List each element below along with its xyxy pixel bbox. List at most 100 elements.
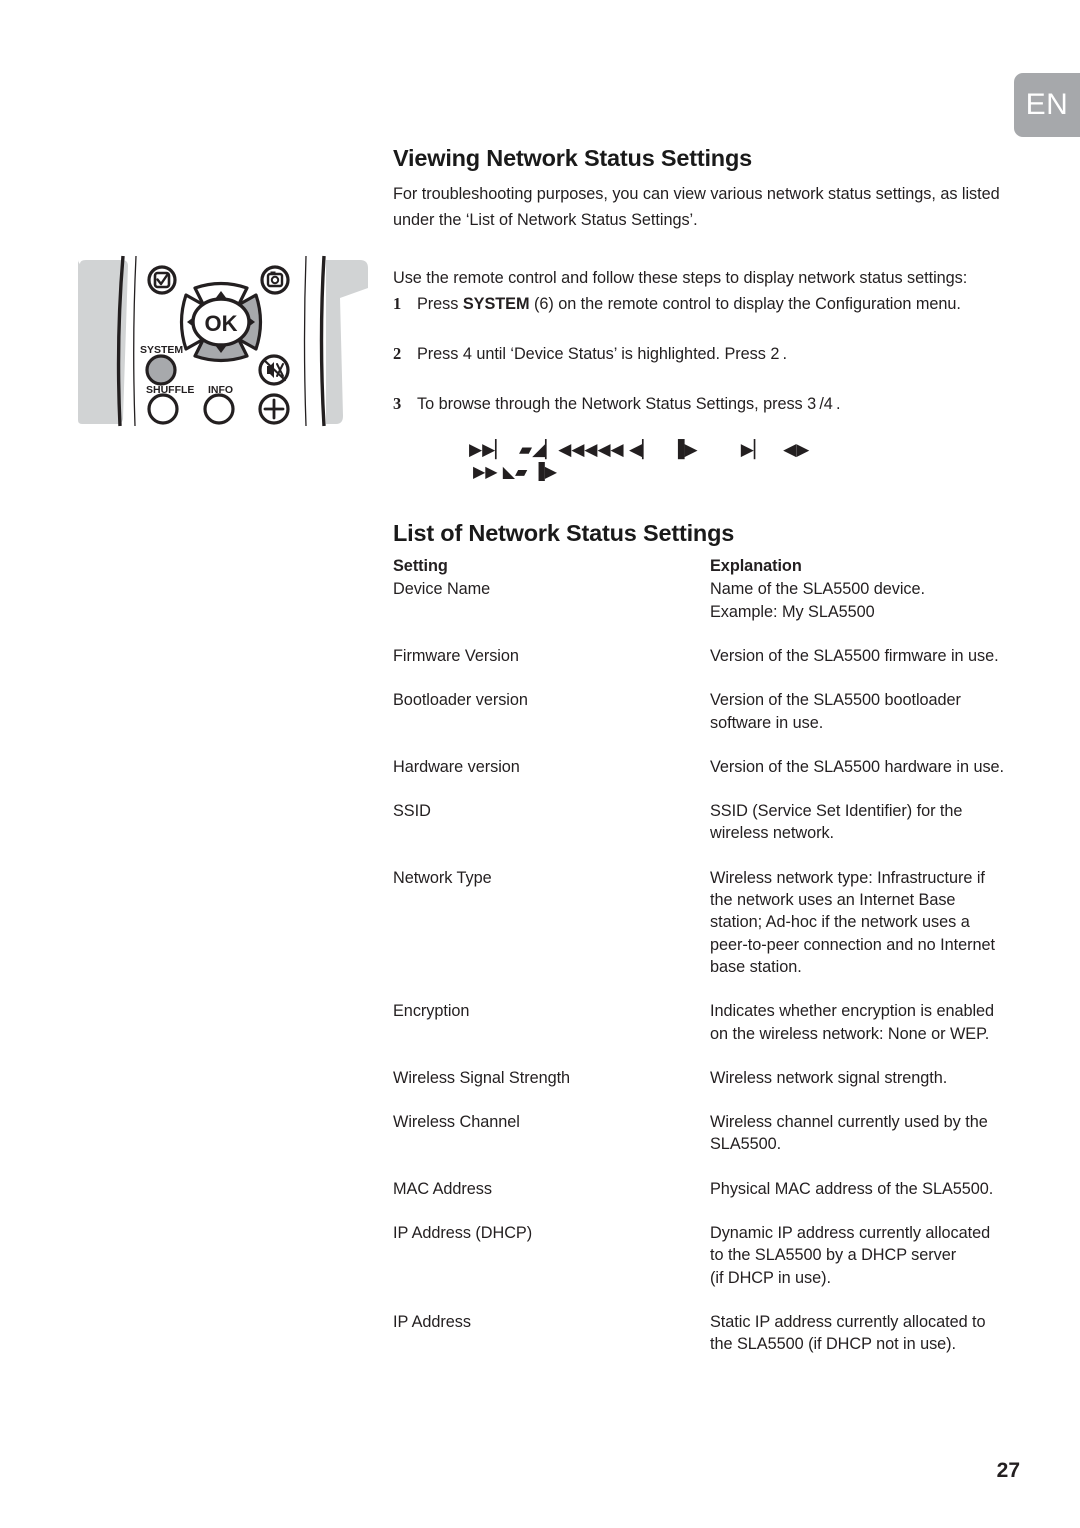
cell-explanation-line: Name of the SLA5500 device. <box>710 580 925 599</box>
ok-button[interactable]: OK <box>191 297 251 347</box>
step-number: 3 <box>393 394 402 414</box>
ok-button-label: OK <box>205 311 238 336</box>
remote-left-divider <box>133 255 137 427</box>
instruction-step: 2 Press 4 until ‘Device Status’ is highl… <box>393 341 1020 367</box>
cell-explanation-line: SSID (Service Set Identifier) for the <box>710 802 963 821</box>
shuffle-button-label: SHUFFLE <box>146 384 194 396</box>
column-header-explanation: Explanation <box>710 557 802 576</box>
table-row: Firmware Version Version of the SLA5500 f… <box>393 645 1020 689</box>
cell-explanation: Physical MAC address of the SLA5500. <box>710 1178 1020 1222</box>
cell-explanation: Version of the SLA5500 bootloader softwar… <box>710 689 1020 756</box>
settings-table-body: Device Name Name of the SLA5500 device. Ex… <box>393 578 1020 1377</box>
cell-explanation-line: software in use. <box>710 713 824 732</box>
cell-explanation-line: (if DHCP in use). <box>710 1268 831 1287</box>
language-tab: EN <box>1014 73 1080 137</box>
table-row: MAC Address Physical MAC address of the S… <box>393 1178 1020 1222</box>
cell-explanation: Name of the SLA5500 device. Example: My S… <box>710 578 1020 645</box>
mute-icon[interactable] <box>258 354 290 386</box>
cell-setting: MAC Address <box>393 1179 492 1198</box>
cell-setting: Network Type <box>393 868 492 887</box>
system-button-label: SYSTEM <box>140 344 183 356</box>
cell-explanation: Version of the SLA5500 firmware in use. <box>710 645 1020 689</box>
steps-lead-in: Use the remote control and follow these … <box>393 269 968 288</box>
table-row: IP Address Static IP address currently al… <box>393 1311 1020 1378</box>
remote-right-edge <box>319 255 326 427</box>
glyph-row: ▶▶▏ ▰◢▏◀◀◀◀◀ ◀▏ ▐▶ ▶▏ ◀▶ <box>469 440 810 461</box>
system-button[interactable] <box>145 354 177 386</box>
cell-explanation-line: Indicates whether encryption is enabled <box>710 1002 995 1021</box>
cell-explanation-line: Version of the SLA5500 hardware in use. <box>710 757 1005 776</box>
step-text-pre: Press <box>417 295 463 314</box>
glyph-row: ▶▶ ◣▰ ▐▶ <box>473 462 557 482</box>
table-row: Device Name Name of the SLA5500 device. Ex… <box>393 578 1020 645</box>
table-header-row: Setting Explanation <box>393 557 1020 578</box>
instruction-step: 3 To browse through the Network Status S… <box>393 391 1020 417</box>
language-tab-label: EN <box>1025 88 1069 121</box>
cell-explanation-line: Wireless channel currently used by the <box>710 1113 988 1132</box>
info-button[interactable] <box>203 393 235 425</box>
remote-control-illustration: OK SYSTEM SHUFFLE INFO <box>78 252 374 430</box>
table-row: Bootloader version Version of the SLA5500… <box>393 689 1020 756</box>
cell-explanation-line: wireless network. <box>710 824 835 843</box>
table-row: Wireless Signal Strength Wireless network… <box>393 1067 1020 1111</box>
step-number: 1 <box>393 294 402 314</box>
cell-setting: Hardware version <box>393 757 520 776</box>
cell-explanation: Wireless channel currently used by the SL… <box>710 1111 1020 1178</box>
settings-table: Setting Explanation Device Name Name of t… <box>393 557 1020 1377</box>
cell-explanation-line: peer-to-peer connection and no Internet <box>710 935 995 954</box>
cell-explanation-line: Wireless network type: Infrastructure if <box>710 868 985 887</box>
decorative-glyph-block: ▶▶▏ ▰◢▏◀◀◀◀◀ ◀▏ ▐▶ ▶▏ ◀▶ ▶▶ ◣▰ ▐▶ <box>393 439 1020 483</box>
cell-setting: Firmware Version <box>393 646 519 665</box>
step-text-post: (6) on the remote control to display the… <box>529 295 961 314</box>
step-text-emphasis: SYSTEM <box>462 295 530 314</box>
step-text-pre: Press 4 until ‘Device Status’ is highlig… <box>417 345 788 364</box>
step-text: To browse through the Network Status Set… <box>417 391 1020 417</box>
cell-setting: Bootloader version <box>393 691 528 710</box>
cell-explanation-line: Version of the SLA5500 firmware in use. <box>710 646 999 665</box>
remote-right-divider <box>303 255 307 427</box>
shuffle-button[interactable] <box>147 393 179 425</box>
cell-explanation: Wireless network type: Infrastructure if… <box>710 867 1020 1000</box>
cell-setting: IP Address (DHCP) <box>393 1224 533 1243</box>
plus-icon[interactable] <box>258 393 290 425</box>
cell-explanation-line: station; Ad-hoc if the network uses a <box>710 913 970 932</box>
cell-explanation: SSID (Service Set Identifier) for the wir… <box>710 800 1020 867</box>
cell-setting: Encryption <box>393 1002 470 1021</box>
cell-explanation-line: Example: My SLA5500 <box>710 602 875 621</box>
section-intro: For troubleshooting purposes, you can vi… <box>393 185 1000 230</box>
cell-explanation: Version of the SLA5500 hardware in use. <box>710 756 1020 800</box>
instruction-step: 1 Press SYSTEM (6) on the remote control… <box>393 291 1020 317</box>
cell-explanation-line: the network uses an Internet Base <box>710 891 956 910</box>
table-row: Hardware version Version of the SLA5500 h… <box>393 756 1020 800</box>
table-row: Network Type Wireless network type: Infra… <box>393 867 1020 1000</box>
list-section-title: List of Network Status Settings <box>393 520 735 547</box>
cell-setting: SSID <box>393 802 431 821</box>
cell-explanation-line: Wireless network signal strength. <box>710 1068 948 1087</box>
remote-control-svg: OK SYSTEM SHUFFLE INFO <box>78 255 368 427</box>
cell-explanation-line: the SLA5500 (if DHCP not in use). <box>710 1335 957 1354</box>
step-number: 2 <box>393 344 402 364</box>
cell-explanation: Indicates whether encryption is enabled o… <box>710 1000 1020 1067</box>
step-text: Press SYSTEM (6) on the remote control t… <box>417 291 1020 317</box>
cell-explanation-line: Static IP address currently allocated to <box>710 1312 986 1331</box>
cell-setting: Wireless Channel <box>393 1113 520 1132</box>
camera-icon <box>260 265 290 295</box>
table-row: IP Address (DHCP) Dynamic IP address curr… <box>393 1222 1020 1311</box>
page-title: Viewing Network Status Settings <box>393 145 752 171</box>
table-row: Wireless Channel Wireless channel current… <box>393 1111 1020 1178</box>
column-header-setting: Setting <box>393 557 448 576</box>
cell-explanation-line: on the wireless network: None or WEP. <box>710 1024 990 1043</box>
cell-explanation-line: Physical MAC address of the SLA5500. <box>710 1179 994 1198</box>
cell-explanation-line: SLA5500. <box>710 1135 782 1154</box>
step-text-pre: To browse through the Network Status Set… <box>417 395 841 414</box>
cell-setting: Wireless Signal Strength <box>393 1068 571 1087</box>
cell-explanation-line: base station. <box>710 957 802 976</box>
cell-explanation-line: Dynamic IP address currently allocated <box>710 1224 991 1243</box>
step-text: Press 4 until ‘Device Status’ is highlig… <box>417 341 1020 367</box>
main-content: Viewing Network Status Settings For trou… <box>393 144 1020 1378</box>
cell-explanation: Static IP address currently allocated to… <box>710 1311 1020 1378</box>
table-row: Encryption Indicates whether encryption i… <box>393 1000 1020 1067</box>
